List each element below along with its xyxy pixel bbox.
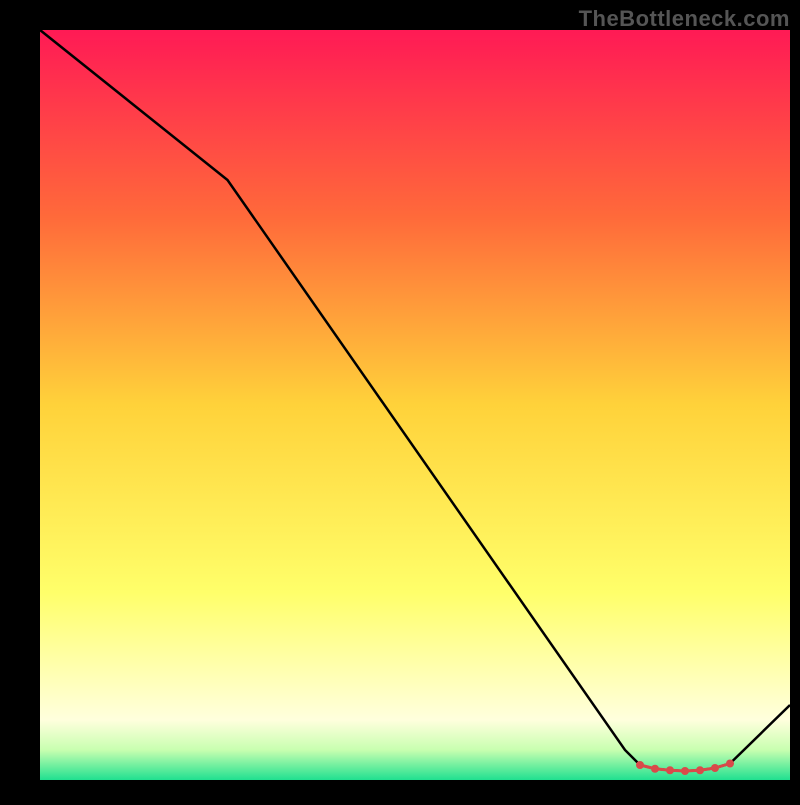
chart-svg (0, 0, 800, 800)
marker-point (636, 761, 644, 769)
marker-point (696, 766, 704, 774)
marker-point (651, 765, 659, 773)
marker-point (726, 760, 734, 768)
plot-area (40, 30, 790, 780)
chart-container: TheBottleneck.com (0, 0, 800, 800)
watermark: TheBottleneck.com (579, 6, 790, 32)
marker-point (711, 764, 719, 772)
marker-point (681, 767, 689, 775)
marker-point (666, 766, 674, 774)
